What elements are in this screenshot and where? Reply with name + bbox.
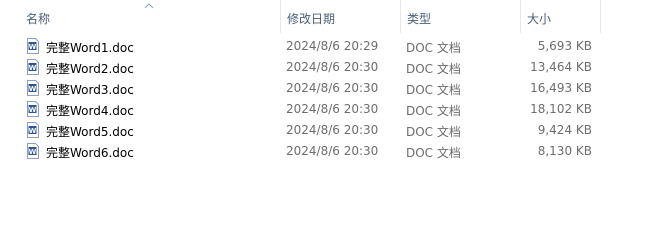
file-row[interactable]: W 完整Word6.doc 2024/8/6 20:30 DOC 文档 8,13… (20, 141, 600, 162)
file-modified: 2024/8/6 20:30 (286, 144, 379, 158)
file-size: 8,130 KB (537, 144, 592, 158)
file-name: 完整Word3.doc (46, 83, 134, 97)
svg-text:W: W (29, 127, 37, 135)
file-size: 9,424 KB (537, 123, 592, 137)
file-name: 完整Word5.doc (46, 125, 134, 139)
word-doc-icon: W (27, 101, 39, 117)
file-row[interactable]: W 完整Word5.doc 2024/8/6 20:30 DOC 文档 9,42… (20, 120, 600, 141)
column-header-name[interactable]: 名称 (0, 0, 280, 33)
file-modified: 2024/8/6 20:30 (286, 123, 379, 137)
word-doc-icon: W (27, 38, 39, 54)
column-header-modified[interactable]: 修改日期 (280, 0, 400, 33)
file-row[interactable]: W 完整Word4.doc 2024/8/6 20:30 DOC 文档 18,1… (20, 99, 600, 120)
file-type: DOC 文档 (406, 62, 461, 76)
file-name: 完整Word1.doc (46, 41, 134, 55)
word-doc-icon: W (27, 59, 39, 75)
column-header-modified-label: 修改日期 (287, 12, 336, 26)
sort-ascending-icon (144, 3, 154, 9)
column-header-name-label: 名称 (26, 12, 51, 26)
file-row[interactable]: W 完整Word1.doc 2024/8/6 20:29 DOC 文档 5,69… (20, 36, 600, 57)
file-name: 完整Word6.doc (46, 146, 134, 160)
file-type: DOC 文档 (406, 104, 461, 118)
column-header-size[interactable]: 大小 (520, 0, 600, 33)
svg-text:W: W (29, 106, 37, 114)
column-header-size-label: 大小 (527, 12, 552, 26)
file-modified: 2024/8/6 20:30 (286, 81, 379, 95)
column-header-filler (600, 0, 648, 33)
file-type: DOC 文档 (406, 125, 461, 139)
file-size: 18,102 KB (530, 102, 592, 116)
svg-text:W: W (29, 64, 37, 72)
file-row[interactable]: W 完整Word3.doc 2024/8/6 20:30 DOC 文档 16,4… (20, 78, 600, 99)
file-modified: 2024/8/6 20:29 (286, 39, 379, 53)
file-modified: 2024/8/6 20:30 (286, 60, 379, 74)
file-size: 13,464 KB (530, 60, 592, 74)
svg-text:W: W (29, 85, 37, 93)
word-doc-icon: W (27, 80, 39, 96)
column-header-type-label: 类型 (407, 12, 432, 26)
file-size: 5,693 KB (537, 39, 592, 53)
column-header-bar: 名称 修改日期 类型 大小 (0, 0, 648, 33)
file-type: DOC 文档 (406, 146, 461, 160)
column-header-type[interactable]: 类型 (400, 0, 520, 33)
svg-text:W: W (29, 43, 37, 51)
word-doc-icon: W (27, 143, 39, 159)
file-modified: 2024/8/6 20:30 (286, 102, 379, 116)
file-size: 16,493 KB (530, 81, 592, 95)
file-type: DOC 文档 (406, 41, 461, 55)
file-name: 完整Word4.doc (46, 104, 134, 118)
file-type: DOC 文档 (406, 83, 461, 97)
file-row[interactable]: W 完整Word2.doc 2024/8/6 20:30 DOC 文档 13,4… (20, 57, 600, 78)
word-doc-icon: W (27, 122, 39, 138)
svg-text:W: W (29, 148, 37, 156)
file-name: 完整Word2.doc (46, 62, 134, 76)
